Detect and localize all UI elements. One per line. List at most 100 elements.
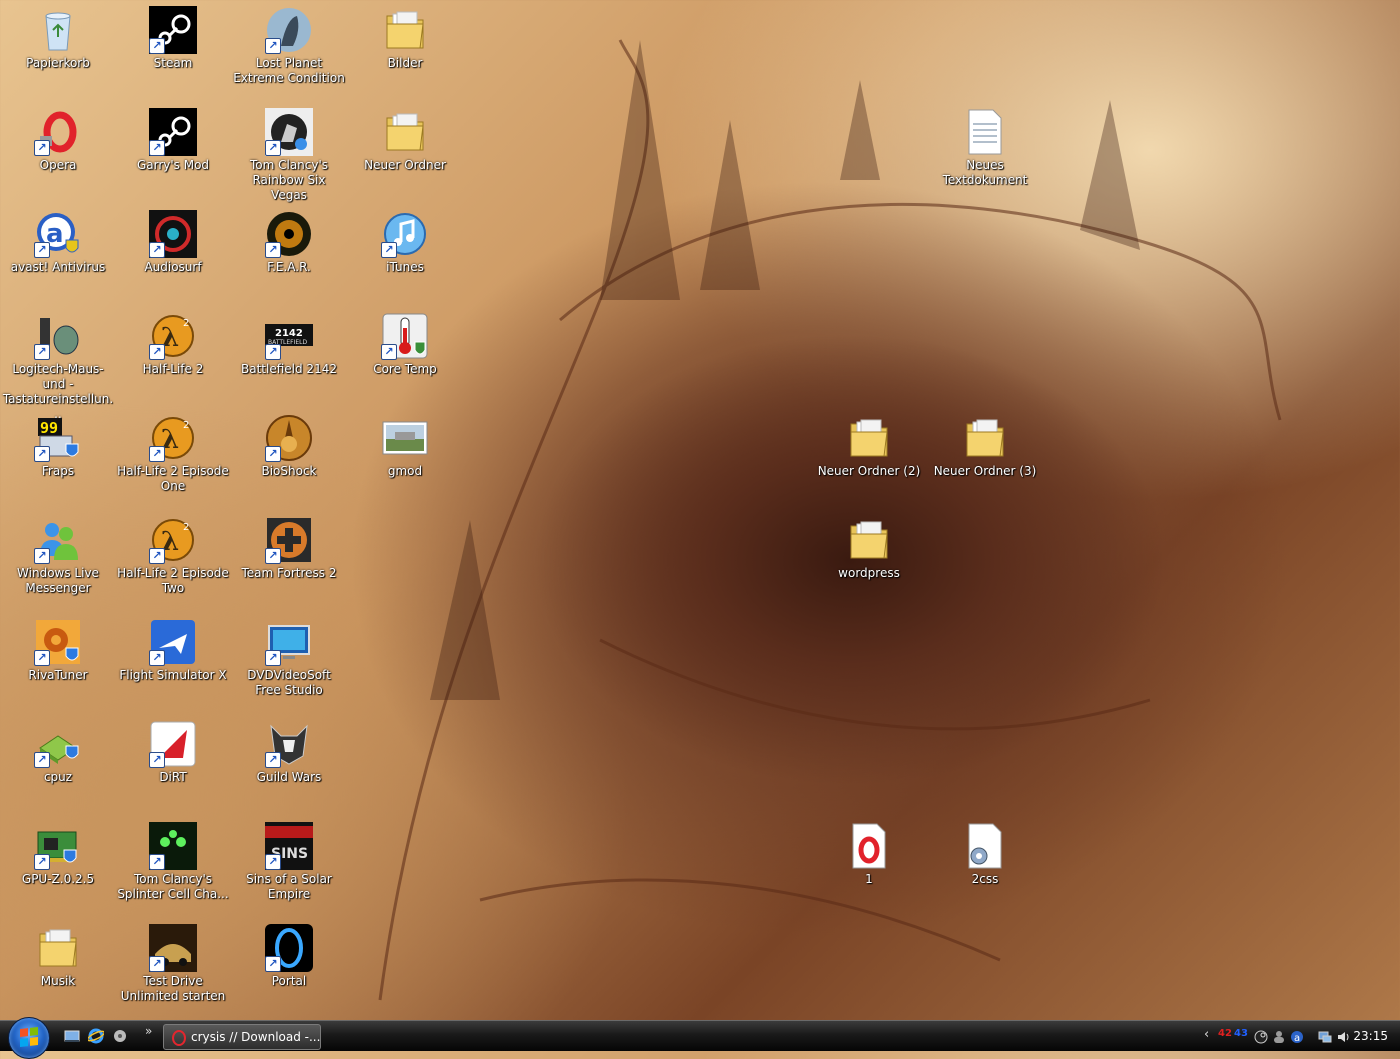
desktop-icon-flight-simulator-x[interactable]: ↗ Flight Simulator X <box>115 614 231 683</box>
opera-icon: ↗ <box>34 108 82 156</box>
desktop-icon-avast-antivirus[interactable]: a ↗ avast! Antivirus <box>0 206 116 275</box>
taskbar-clock[interactable]: 23:15 <box>1353 1021 1388 1051</box>
desktop-icon-fraps[interactable]: 99 ↗ Fraps <box>0 410 116 479</box>
desktop-icon-neues-textdokument[interactable]: Neues Textdokument <box>927 104 1043 188</box>
desktop-icon-portal[interactable]: ↗ Portal <box>231 920 347 989</box>
desktop-icon-label: Battlefield 2142 <box>241 362 337 376</box>
fear-icon: ↗ <box>265 210 313 258</box>
desktop-icon-gpu-z-0-2-5[interactable]: ↗ GPU-Z.0.2.5 <box>0 818 116 887</box>
internet-explorer-icon[interactable] <box>86 1028 106 1044</box>
desktop-icon-label: Musik <box>40 974 76 988</box>
avast-icon: a ↗ <box>34 210 82 258</box>
desktop-icon-audiosurf[interactable]: ↗ Audiosurf <box>115 206 231 275</box>
splintercell-icon: ↗ <box>149 822 197 870</box>
desktop-icon-label: Windows Live Messenger <box>17 566 99 595</box>
desktop-icon-test-drive-unlimited-starten[interactable]: ↗ Test Drive Unlimited starten <box>115 920 231 1004</box>
desktop-icon-label: Half-Life 2 Episode One <box>117 464 229 493</box>
desktop-icon-label: cpuz <box>43 770 73 784</box>
desktop-icon-lost-planet-extreme-condition[interactable]: ↗ Lost Planet Extreme Condition <box>231 2 347 86</box>
shortcut-arrow-icon: ↗ <box>34 752 50 768</box>
shortcut-arrow-icon: ↗ <box>265 752 281 768</box>
desktop-icon-musik[interactable]: Musik <box>0 920 116 989</box>
desktop-icon-bioshock[interactable]: ↗ BioShock <box>231 410 347 479</box>
desktop-icon-half-life-2-episode-one[interactable]: λ 2 ↗ Half-Life 2 Episode One <box>115 410 231 494</box>
desktop-icon-gmod[interactable]: gmod <box>347 410 463 479</box>
desktop-icon-steam[interactable]: ↗ Steam <box>115 2 231 71</box>
desktop-icon-team-fortress-2[interactable]: ↗ Team Fortress 2 <box>231 512 347 581</box>
desktop-icon-tom-clancy-s-rainbow-six-vegas[interactable]: ↗ Tom Clancy's Rainbow Six Vegas <box>231 104 347 203</box>
desktop-icon-papierkorb[interactable]: Papierkorb <box>0 2 116 71</box>
desktop-icon-cpuz[interactable]: ↗ cpuz <box>0 716 116 785</box>
desktop-icon-label: DVDVideoSoft Free Studio <box>247 668 331 697</box>
cpuz-icon: ↗ <box>34 720 82 768</box>
steam-icon: ↗ <box>149 6 197 54</box>
desktop-icon-neuer-ordner[interactable]: Neuer Ordner <box>347 104 463 173</box>
volume-tray-icon[interactable] <box>1336 1029 1350 1043</box>
desktop-icon-2css[interactable]: 2css <box>927 818 1043 887</box>
desktop-icon-f-e-a-r[interactable]: ↗ F.E.A.R. <box>231 206 347 275</box>
desktop-icon-bilder[interactable]: Bilder <box>347 2 463 71</box>
desktop-icon-core-temp[interactable]: ↗ Core Temp <box>347 308 463 377</box>
steam-tray-icon[interactable] <box>1254 1029 1268 1044</box>
steam-icon: ↗ <box>149 108 197 156</box>
desktop-icon-label: BioShock <box>261 464 317 478</box>
avast-tray-icon[interactable]: a <box>1290 1029 1304 1044</box>
desktop-icon-windows-live-messenger[interactable]: ↗ Windows Live Messenger <box>0 512 116 596</box>
desktop-icon-rivatuner[interactable]: ↗ RivaTuner <box>0 614 116 683</box>
shortcut-arrow-icon: ↗ <box>265 956 281 972</box>
quicklaunch-more-button[interactable]: » <box>145 1024 152 1038</box>
desktop-icon-neuer-ordner-3[interactable]: Neuer Ordner (3) <box>927 410 1043 479</box>
desktop-icon-garry-s-mod[interactable]: ↗ Garry's Mod <box>115 104 231 173</box>
shortcut-arrow-icon: ↗ <box>149 140 165 156</box>
folder-icon <box>381 108 429 156</box>
network-tray-icon[interactable] <box>1318 1029 1332 1043</box>
desktop-icon-label: Neuer Ordner (3) <box>933 464 1037 478</box>
desktop-icon-label: Tom Clancy's Rainbow Six Vegas <box>249 158 329 202</box>
recycle-bin-icon <box>34 6 82 54</box>
desktop-icon-logitech-maus-und-tastatureinstellun[interactable]: ↗ Logitech-Maus- und -Tastatureinstellun.… <box>0 308 116 422</box>
desktop-icon-guild-wars[interactable]: ↗ Guild Wars <box>231 716 347 785</box>
media-player-icon[interactable] <box>112 1028 128 1044</box>
fraps-icon: 99 ↗ <box>34 414 82 462</box>
folder-icon <box>845 516 893 564</box>
coretemp-icon: ↗ <box>381 312 429 360</box>
audiosurf-icon: ↗ <box>149 210 197 258</box>
shortcut-arrow-icon: ↗ <box>34 242 50 258</box>
desktop-icon-half-life-2-episode-two[interactable]: λ 2 ↗ Half-Life 2 Episode Two <box>115 512 231 596</box>
desktop-icon-tom-clancy-s-splinter-cell-cha[interactable]: ↗ Tom Clancy's Splinter Cell Cha... <box>115 818 231 902</box>
tray-expand-button[interactable]: ‹ <box>1204 1027 1209 1042</box>
desktop-icon-half-life-2[interactable]: λ 2 ↗ Half-Life 2 <box>115 308 231 377</box>
desktop-icon-itunes[interactable]: ↗ iTunes <box>347 206 463 275</box>
desktop-icon-dirt[interactable]: ↗ DiRT <box>115 716 231 785</box>
shortcut-arrow-icon: ↗ <box>34 548 50 564</box>
desktop-icon-label: Sins of a Solar Empire <box>246 872 332 901</box>
tray-temp-2[interactable]: 43 <box>1234 1028 1248 1039</box>
start-button[interactable] <box>8 1017 50 1059</box>
desktop-icon-battlefield-2142[interactable]: 2142 BATTLEFIELD ↗ Battlefield 2142 <box>231 308 347 377</box>
desktop-icon-label: 1 <box>865 872 873 886</box>
desktop-icon-sins-of-a-solar-empire[interactable]: SINS ↗ Sins of a Solar Empire <box>231 818 347 902</box>
css-file-icon <box>961 822 1009 870</box>
shortcut-arrow-icon: ↗ <box>265 854 281 870</box>
desktop-icon-label: iTunes <box>386 260 424 274</box>
shortcut-arrow-icon: ↗ <box>149 548 165 564</box>
desktop-icon-label: F.E.A.R. <box>267 260 311 274</box>
tray-temp-1[interactable]: 42 <box>1218 1028 1232 1039</box>
shortcut-arrow-icon: ↗ <box>34 650 50 666</box>
desktop-icon-dvdvideosoft-free-studio[interactable]: ↗ DVDVideoSoft Free Studio <box>231 614 347 698</box>
messenger-tray-icon[interactable] <box>1272 1029 1286 1043</box>
desktop-icon-1[interactable]: 1 <box>811 818 927 887</box>
gmod-image-icon <box>381 414 429 462</box>
desktop-icon-label: Opera <box>39 158 77 172</box>
task-button-opera[interactable]: crysis // Download -... <box>163 1024 321 1050</box>
desktop-icon-wordpress[interactable]: wordpress <box>811 512 927 581</box>
shortcut-arrow-icon: ↗ <box>265 38 281 54</box>
opera-icon <box>172 1030 186 1046</box>
show-desktop-icon[interactable] <box>64 1028 80 1044</box>
desktop-icon-opera[interactable]: ↗ Opera <box>0 104 116 173</box>
desktop-icon-label: Fraps <box>41 464 75 478</box>
gpuz-icon: ↗ <box>34 822 82 870</box>
halflife-icon: λ 2 ↗ <box>149 516 197 564</box>
desktop-icon-label: Flight Simulator X <box>119 668 227 682</box>
desktop-icon-neuer-ordner-2[interactable]: Neuer Ordner (2) <box>811 410 927 479</box>
